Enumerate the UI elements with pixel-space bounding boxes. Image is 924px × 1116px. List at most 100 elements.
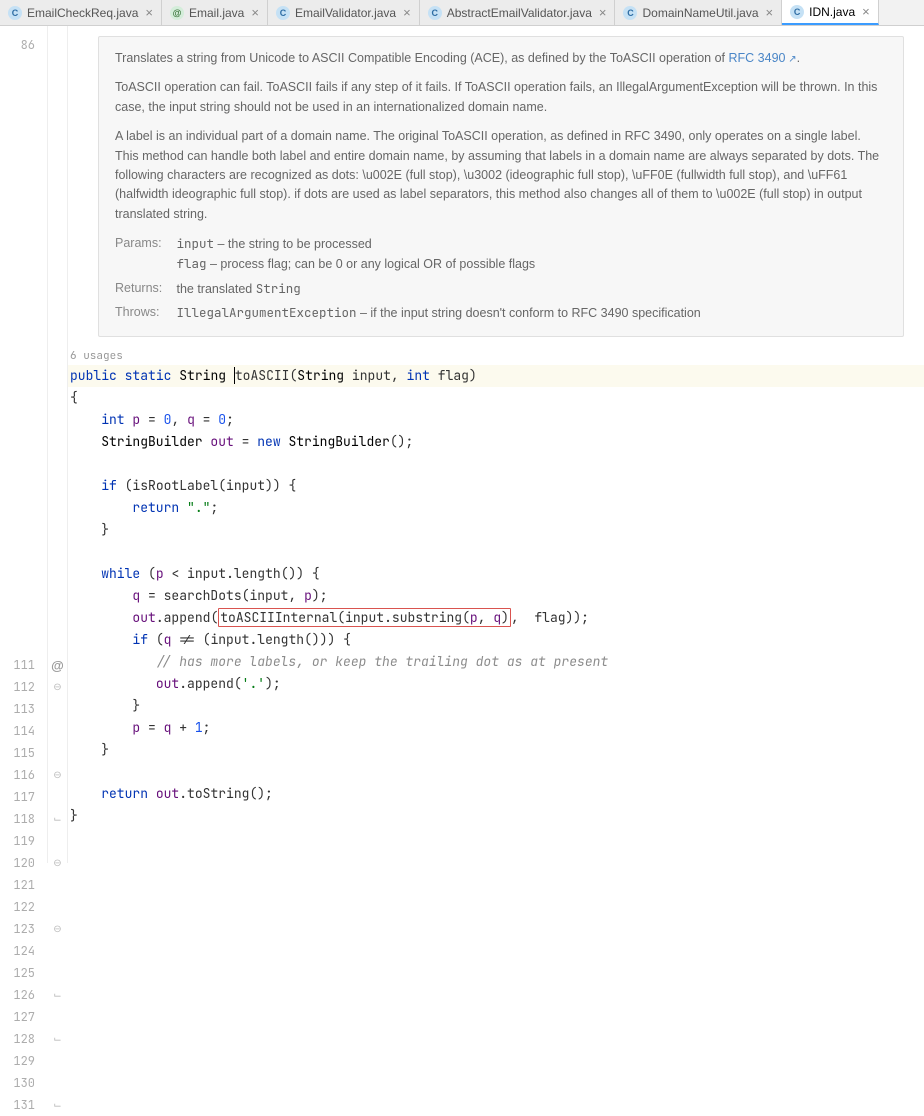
line-number <box>0 438 47 460</box>
code-line-120[interactable]: while (p < input.length()) { <box>68 563 924 585</box>
tab-label: IDN.java <box>809 5 855 19</box>
line-number: 129 <box>0 1050 47 1072</box>
override-marker[interactable]: @ <box>51 658 64 673</box>
tab-emailvalidator[interactable]: CEmailValidator.java× <box>268 0 420 25</box>
code-line-114[interactable]: StringBuilder out = new StringBuilder(); <box>68 431 924 453</box>
tab-email[interactable]: @ Email.java × <box>162 0 268 25</box>
java-file-icon: C <box>8 6 22 20</box>
fold-end-icon[interactable]: ⌙ <box>53 990 61 1001</box>
fold-icon[interactable]: ⊖ <box>53 858 61 869</box>
javadoc-popup: Translates a string from Unicode to ASCI… <box>98 36 904 337</box>
fold-icon[interactable]: ⊖ <box>53 682 61 693</box>
rfc-link[interactable]: RFC 3490 <box>729 51 797 65</box>
code-line-128[interactable]: } <box>68 739 924 761</box>
line-number: 125 <box>0 962 47 984</box>
usages-hint[interactable]: 6 usages <box>68 347 924 365</box>
line-number <box>0 394 47 416</box>
line-number: 113 <box>0 698 47 720</box>
tab-label: DomainNameUtil.java <box>642 6 758 20</box>
close-icon[interactable]: × <box>862 4 870 19</box>
code-line-117[interactable]: return "."; <box>68 497 924 519</box>
code-line-124[interactable]: // has more labels, or keep the trailing… <box>68 651 924 673</box>
java-file-icon: @ <box>170 6 184 20</box>
returns-label: Returns: <box>115 279 173 298</box>
code-line-127[interactable]: p = q + 1; <box>68 717 924 739</box>
line-number: 120 <box>0 852 47 874</box>
code-line-130[interactable]: return out.toString(); <box>68 783 924 805</box>
fold-end-icon[interactable]: ⌙ <box>53 1100 61 1111</box>
fold-end-icon[interactable]: ⌙ <box>53 1034 61 1045</box>
line-number: 112 <box>0 676 47 698</box>
code-line-123[interactable]: if (q != (input.length())) { <box>68 629 924 651</box>
close-icon[interactable]: × <box>766 5 774 20</box>
tab-label: Email.java <box>189 6 244 20</box>
exception-link[interactable]: IllegalArgumentException <box>176 304 356 321</box>
line-number <box>0 416 47 438</box>
line-number <box>0 614 47 636</box>
line-number: 126 <box>0 984 47 1006</box>
tab-domainnameutil[interactable]: C DomainNameUtil.java × <box>615 0 782 25</box>
tab-emailcheckreq[interactable]: C EmailCheckReq.java × <box>0 0 162 25</box>
code-line-131[interactable]: } <box>68 805 924 827</box>
params-label: Params: <box>115 234 173 253</box>
code-line-111[interactable]: public static String toASCII(String inpu… <box>68 365 924 387</box>
close-icon[interactable]: × <box>251 5 259 20</box>
line-number: 122 <box>0 896 47 918</box>
line-number: 115 <box>0 742 47 764</box>
close-icon[interactable]: × <box>403 5 411 20</box>
tab-label: EmailValidator.java <box>295 6 396 20</box>
line-number <box>0 372 47 394</box>
line-number: 116 <box>0 764 47 786</box>
line-number: 127 <box>0 1006 47 1028</box>
gutter-markers: @⊖⊖⌙⊖⊖⌙⌙⌙ <box>48 26 68 863</box>
line-number: 124 <box>0 940 47 962</box>
line-number: 119 <box>0 830 47 852</box>
line-number <box>0 592 47 614</box>
java-file-icon: C <box>790 5 804 19</box>
fold-end-icon[interactable]: ⌙ <box>53 814 61 825</box>
editor-tabs: C EmailCheckReq.java × @ Email.java × C EmailVa… <box>0 0 924 26</box>
line-number <box>0 636 47 654</box>
code-line-113[interactable]: int p = 0, q = 0; <box>68 409 924 431</box>
code-line-121[interactable]: q = searchDots(input, p); <box>68 585 924 607</box>
java-file-icon: C <box>623 6 637 20</box>
tab-idn[interactable]: C IDN.java × <box>782 0 879 25</box>
line-number: 111 <box>0 654 47 676</box>
tab-label: EmailCheckReq.java <box>27 6 138 20</box>
line-number <box>0 350 47 372</box>
java-file-icon: C <box>428 6 442 20</box>
code-line-115[interactable] <box>68 453 924 475</box>
code-line-118[interactable]: } <box>68 519 924 541</box>
editor-area: 8611111211311411511611711811912012112212… <box>0 26 924 863</box>
line-number <box>0 526 47 548</box>
tab-label: AbstractEmailValidator.java <box>447 6 592 20</box>
throws-label: Throws: <box>115 303 173 322</box>
line-number: 128 <box>0 1028 47 1050</box>
line-number: 131 <box>0 1094 47 1116</box>
close-icon[interactable]: × <box>145 5 153 20</box>
code-line-116[interactable]: if (isRootLabel(input)) { <box>68 475 924 497</box>
line-number <box>0 460 47 482</box>
line-number: 121 <box>0 874 47 896</box>
line-number: 86 <box>0 34 47 350</box>
line-number: 114 <box>0 720 47 742</box>
close-icon[interactable]: × <box>599 5 607 20</box>
line-number-gutter: 8611111211311411511611711811912012112212… <box>0 26 48 863</box>
tab-abstractemailvalidator[interactable]: C AbstractEmailValidator.java × <box>420 0 616 25</box>
line-number <box>0 482 47 504</box>
line-number <box>0 570 47 592</box>
fold-icon[interactable]: ⊖ <box>53 770 61 781</box>
line-number: 117 <box>0 786 47 808</box>
code-line-122[interactable]: out.append(toASCIIInternal(input.substri… <box>68 607 924 629</box>
highlighted-call: toASCIIInternal(input.substring(p, q) <box>218 608 511 627</box>
code-line-129[interactable] <box>68 761 924 783</box>
line-number: 123 <box>0 918 47 940</box>
code-line-112[interactable]: { <box>68 387 924 409</box>
code-line-119[interactable] <box>68 541 924 563</box>
code-line-126[interactable]: } <box>68 695 924 717</box>
line-number: 130 <box>0 1072 47 1094</box>
line-number <box>0 504 47 526</box>
fold-icon[interactable]: ⊖ <box>53 924 61 935</box>
code-line-125[interactable]: out.append('.'); <box>68 673 924 695</box>
code-content[interactable]: Translates a string from Unicode to ASCI… <box>68 26 924 863</box>
